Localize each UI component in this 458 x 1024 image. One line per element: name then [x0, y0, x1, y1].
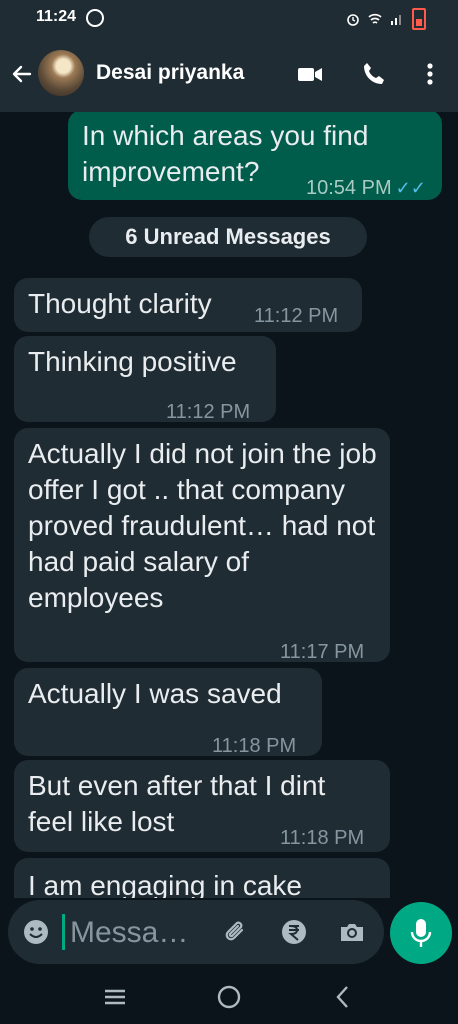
message-bubble-incoming[interactable]: Actually I was saved 11:18 PM — [14, 668, 322, 757]
status-time: 11:24 — [36, 8, 77, 25]
status-bar: 11:24 — [0, 0, 458, 36]
video-call-icon[interactable] — [296, 60, 324, 88]
attach-icon[interactable] — [222, 918, 250, 946]
microphone-icon — [410, 919, 432, 947]
more-options-icon[interactable] — [416, 60, 444, 88]
nav-back-icon[interactable] — [330, 984, 356, 1010]
message-text: Thought clarity — [28, 288, 212, 319]
voice-call-icon[interactable] — [360, 60, 388, 88]
alarm-icon — [347, 14, 359, 26]
message-time: 10:54 PM ✓✓ — [306, 170, 426, 206]
back-arrow-icon[interactable] — [10, 62, 34, 86]
message-time: 11:18 PM — [280, 827, 365, 849]
message-text: Thinking positive — [28, 346, 237, 377]
message-bubble-incoming[interactable]: Actually I did not join the job offer I … — [14, 428, 390, 663]
system-navigation-bar — [0, 968, 458, 1024]
whatsapp-notification-icon — [86, 9, 104, 27]
message-time: 11:12 PM — [166, 401, 251, 423]
contact-name[interactable]: Desai priyanka — [96, 61, 244, 85]
camera-icon[interactable] — [338, 918, 366, 946]
message-bubble-incoming[interactable]: Thought clarity 11:12 PM — [14, 278, 362, 332]
voice-message-button[interactable] — [390, 902, 452, 964]
signal-icon — [391, 15, 401, 25]
status-icons — [346, 8, 426, 30]
message-bubble-incoming[interactable]: But even after that I dint feel like los… — [14, 760, 390, 852]
unread-messages-banner: 6 Unread Messages — [89, 217, 367, 257]
message-bubble-incoming[interactable]: I am engaging in cake — [14, 858, 390, 898]
contact-avatar[interactable] — [38, 50, 84, 96]
text-cursor — [62, 914, 65, 950]
message-time: 11:17 PM — [280, 641, 365, 663]
message-input[interactable] — [68, 912, 212, 954]
payment-rupee-icon[interactable] — [280, 918, 308, 946]
message-text: Actually I did not join the job offer I … — [28, 438, 377, 613]
battery-icon — [412, 8, 426, 30]
message-text: I am engaging in cake — [28, 870, 302, 898]
message-bubble-incoming[interactable]: Thinking positive 11:12 PM — [14, 336, 276, 423]
recent-apps-icon[interactable] — [102, 984, 128, 1010]
home-icon[interactable] — [216, 984, 242, 1010]
chat-area[interactable]: In which areas you find improvement? 10:… — [0, 112, 458, 898]
emoji-icon[interactable] — [22, 918, 50, 946]
message-time: 11:18 PM — [212, 735, 297, 757]
message-composer — [8, 900, 384, 964]
chat-header: Desai priyanka — [0, 36, 458, 112]
wifi-icon — [368, 13, 382, 24]
message-text: Actually I was saved — [28, 678, 282, 709]
message-bubble-outgoing[interactable]: In which areas you find improvement? 10:… — [68, 112, 442, 200]
read-receipt-icon: ✓✓ — [395, 178, 426, 198]
message-time: 11:12 PM — [254, 305, 339, 327]
message-time-text: 10:54 PM — [306, 177, 392, 199]
